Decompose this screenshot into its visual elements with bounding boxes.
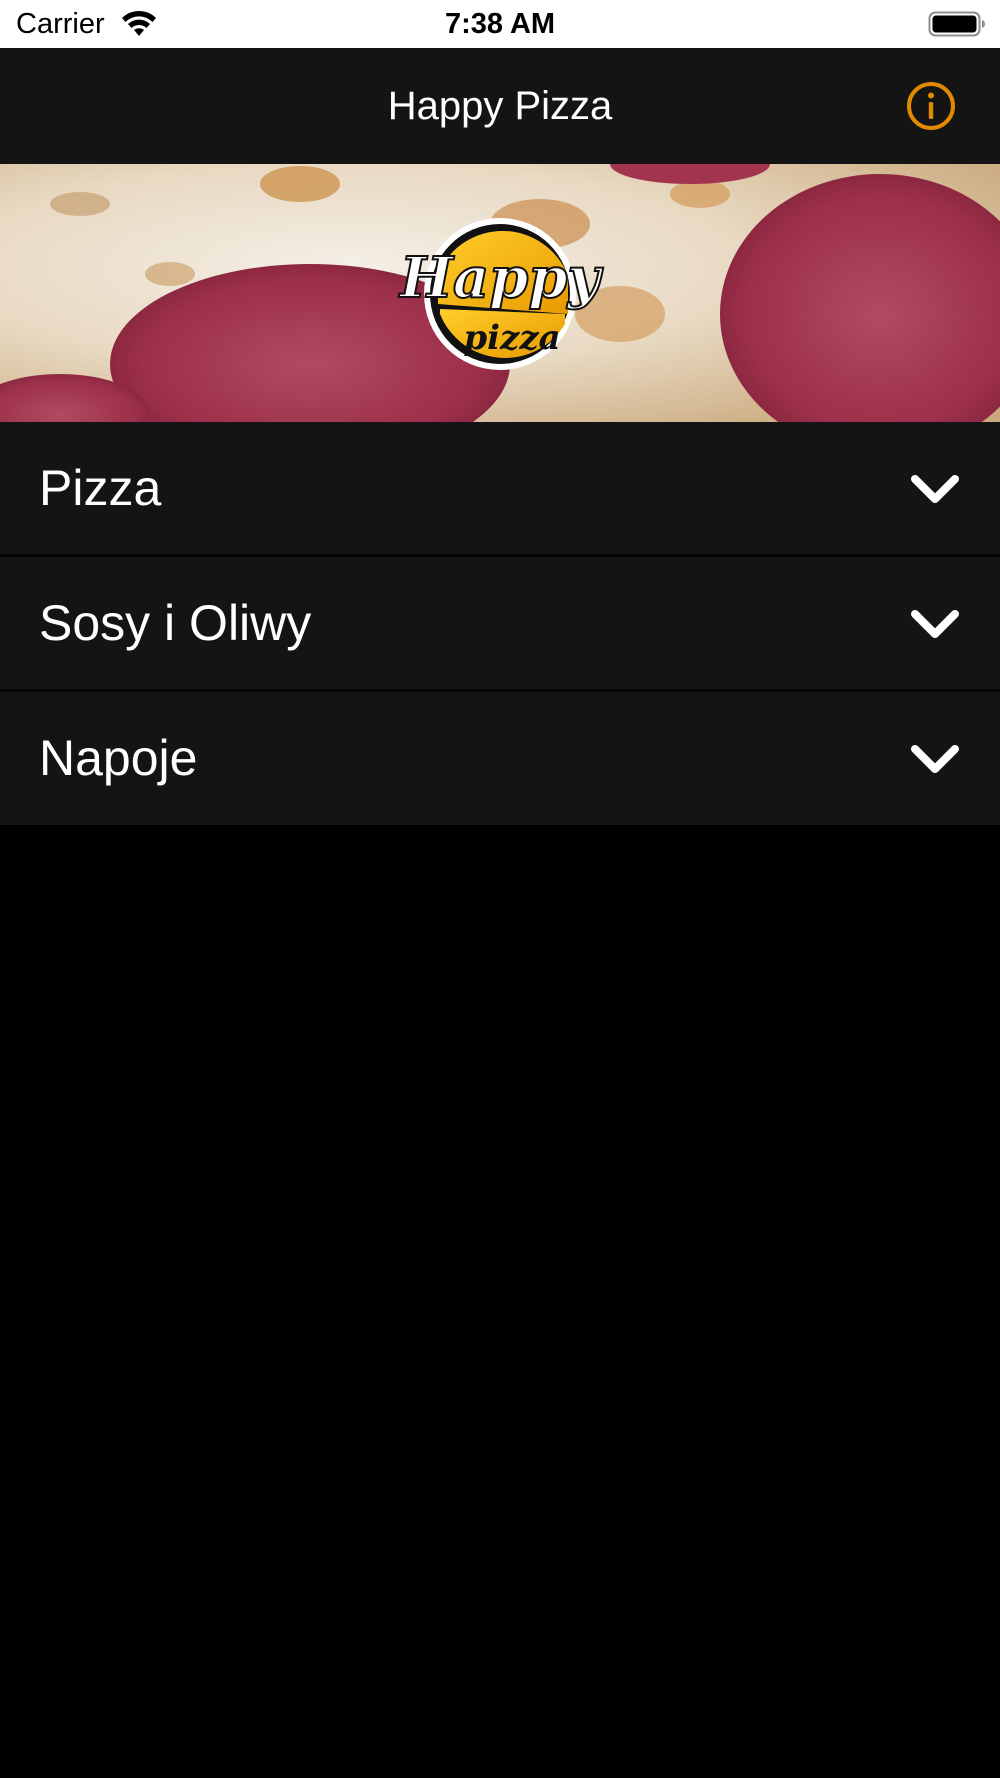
category-row-sosy-i-oliwy[interactable]: Sosy i Oliwy — [0, 557, 1000, 692]
page-title: Happy Pizza — [387, 84, 613, 128]
category-label: Pizza — [39, 460, 162, 516]
category-label: Napoje — [39, 730, 198, 786]
category-label: Sosy i Oliwy — [39, 595, 312, 651]
app-screen: Carrier 7:38 AM Happy Pizza Happy pizza … — [0, 0, 1000, 1778]
chevron-down-icon — [911, 745, 959, 773]
category-row-pizza[interactable]: Pizza — [0, 422, 1000, 557]
navigation-bar: Happy Pizza — [0, 48, 1000, 164]
category-list: Pizza Sosy i Oliwy Napoje — [0, 422, 1000, 825]
logo-text-bottom: pizza — [463, 318, 560, 358]
pizza-banner-image: Happy pizza — [0, 164, 1000, 422]
clock: 7:38 AM — [444, 8, 556, 40]
battery-icon — [928, 11, 985, 37]
status-bar: Carrier 7:38 AM — [0, 0, 1000, 48]
category-row-napoje[interactable]: Napoje — [0, 692, 1000, 825]
logo-text-top: Happy — [398, 245, 604, 311]
chevron-down-icon — [911, 475, 959, 503]
header-banner: Happy pizza — [0, 164, 1000, 422]
info-circle-icon[interactable] — [906, 81, 956, 131]
chevron-down-icon — [911, 610, 959, 638]
